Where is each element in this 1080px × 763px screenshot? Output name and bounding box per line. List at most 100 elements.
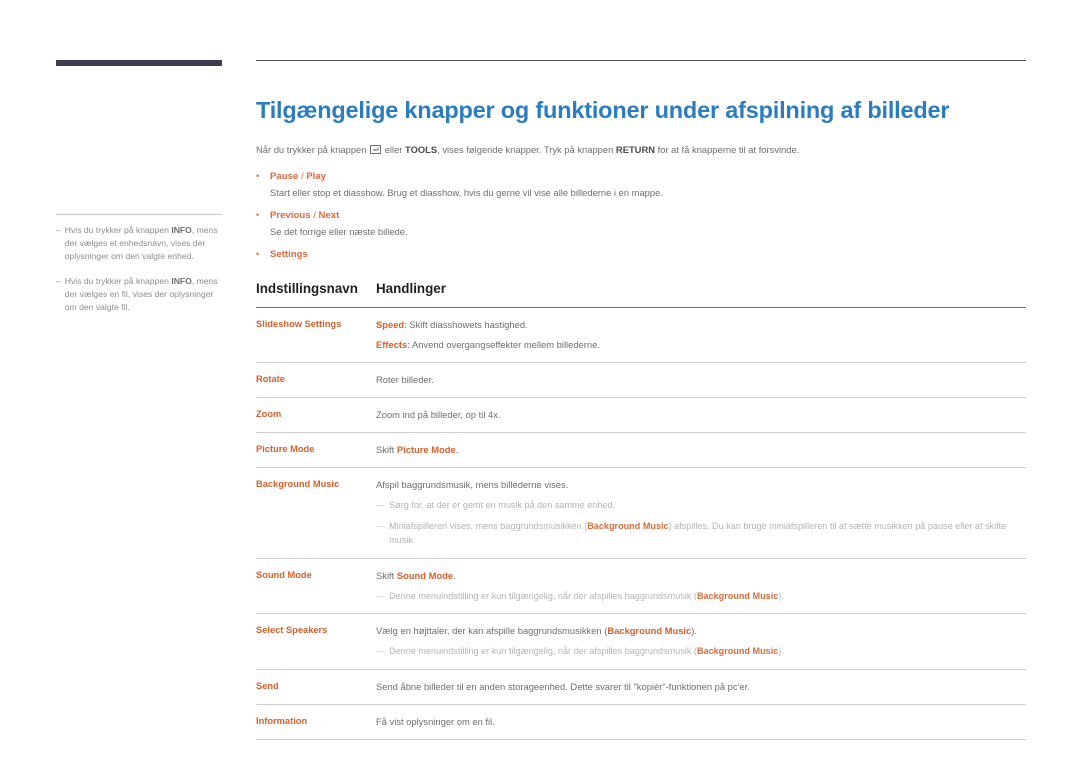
- action-text: Skift: [376, 569, 397, 581]
- column-header-actions: Handlinger: [376, 281, 446, 296]
- action-keyword: Speed: [376, 319, 405, 330]
- em-dash-marker-icon: —: [376, 646, 386, 656]
- action-description-cell: Skift Sound Mode. — Denne menuindstilling …: [376, 558, 1026, 614]
- action-description-cell: Roter billeder.: [376, 363, 1026, 398]
- action-keyword: Picture Mode: [396, 444, 456, 455]
- note-keyword: Background Music: [587, 520, 669, 531]
- action-description-cell: Skift Picture Mode.: [376, 433, 1026, 468]
- note-text-segment: ).: [778, 646, 784, 656]
- bullet-heading-secondary: Next: [318, 210, 340, 221]
- action-keyword: Sound Mode: [396, 569, 454, 581]
- action-line: Få vist oplysninger om en fil.: [376, 714, 1026, 729]
- settings-table-head: Indstillingsnavn Handlinger: [256, 281, 1026, 308]
- action-note-text: Sørg for, at der er gemt en musik på den…: [389, 498, 1026, 513]
- table-row: Background Music Afspil baggrundsmusik, m…: [256, 468, 1026, 559]
- bullet-heading: Pause / Play: [270, 169, 1026, 184]
- settings-table: Indstillingsnavn Handlinger Slideshow Se…: [256, 281, 1026, 740]
- setting-name-cell: Background Music: [256, 479, 340, 489]
- bullet-content: Settings: [270, 247, 1026, 262]
- bullet-dot-icon: •: [256, 171, 260, 181]
- bullet-item: • Settings: [256, 247, 1026, 262]
- action-note-text: Miniafspilleren vises, mens baggrundsmus…: [389, 519, 1026, 548]
- main-content: Tilgængelige knapper og funktioner under…: [256, 60, 1026, 740]
- table-row: Rotate Roter billeder.: [256, 363, 1026, 398]
- action-line: Skift Sound Mode.: [376, 568, 1026, 583]
- sidebar-note-text: Hvis du trykker på knappen INFO, mens de…: [65, 275, 224, 315]
- action-line: Effects: Anvend overgangseffekter mellem…: [376, 337, 1026, 352]
- action-note: — Denne menuindstilling er kun tilgængeli…: [376, 644, 1026, 659]
- sidebar-note-keyword: INFO: [171, 275, 192, 286]
- action-description-cell: Afspil baggrundsmusik, mens billederne v…: [376, 468, 1026, 559]
- note-text-segment: Miniafspilleren vises, mens baggrundsmus…: [389, 520, 588, 531]
- bullet-heading-separator: /: [310, 210, 319, 221]
- action-note: — Miniafspilleren vises, mens baggrundsmu…: [376, 519, 1026, 548]
- intro-paragraph: Når du trykker på knappen eller TOOLS, v…: [256, 143, 1026, 158]
- table-row: Zoom Zoom ind på billeder, op til 4x.: [256, 398, 1026, 433]
- action-keyword: Effects: [376, 339, 408, 350]
- action-line: Speed: Skift diasshowets hastighed.: [376, 317, 1026, 332]
- action-text: Vælg en højttaler, der kan afspille bagg…: [376, 625, 608, 636]
- dash-marker-icon: –: [56, 225, 61, 235]
- bullet-item: • Pause / Play Start eller stop et diassho…: [256, 169, 1026, 200]
- action-text: .: [455, 444, 459, 455]
- table-row: Information Få vist oplysninger om en fil…: [256, 704, 1026, 739]
- action-text: ).: [691, 625, 697, 636]
- table-row: Picture Mode Skift Picture Mode.: [256, 433, 1026, 468]
- action-note-text: Denne menuindstilling er kun tilgængelig…: [389, 589, 1026, 604]
- bullet-heading-secondary: Play: [306, 171, 327, 182]
- bullet-heading-primary: Previous: [270, 210, 311, 221]
- note-text-segment: Denne menuindstilling er kun tilgængelig…: [389, 590, 697, 601]
- bullet-heading-primary: Settings: [270, 249, 308, 260]
- action-text: Zoom ind på billeder, op til 4x.: [376, 409, 501, 420]
- action-description-cell: Speed: Skift diasshowets hastighed. Effec…: [376, 308, 1026, 363]
- tools-label: TOOLS: [405, 144, 438, 155]
- bullet-heading: Settings: [270, 247, 1026, 262]
- action-note: — Sørg for, at der er gemt en musik på de…: [376, 498, 1026, 513]
- action-description-cell: Send åbne billeder til en anden storagee…: [376, 669, 1026, 704]
- column-header-setting-name: Indstillingsnavn: [256, 281, 358, 296]
- action-keyword: Background Music: [607, 625, 692, 636]
- em-dash-marker-icon: —: [376, 590, 386, 601]
- em-dash-marker-icon: —: [376, 500, 386, 510]
- action-description-cell: Zoom ind på billeder, op til 4x.: [376, 398, 1026, 433]
- sidebar: – Hvis du trykker på knappen INFO, mens d…: [56, 60, 224, 325]
- intro-text-part3: , vises følgende knapper. Tryk på knappe…: [437, 144, 616, 155]
- action-text: Skift: [376, 444, 397, 455]
- sidebar-note-segment: Hvis du trykker på knappen: [64, 275, 172, 286]
- sidebar-note-segment: Hvis du trykker på knappen: [64, 225, 172, 235]
- bullet-dot-icon: •: [256, 210, 260, 220]
- sidebar-notes-list: – Hvis du trykker på knappen INFO, mens d…: [56, 224, 224, 314]
- note-keyword: Background Music: [696, 646, 779, 656]
- setting-name-cell: Sound Mode: [256, 569, 312, 580]
- note-text-segment: Denne menuindstilling er kun tilgængelig…: [389, 646, 697, 656]
- settings-table-wrapper: Indstillingsnavn Handlinger Slideshow Se…: [256, 281, 1026, 740]
- action-line: Vælg en højttaler, der kan afspille bagg…: [376, 623, 1026, 638]
- table-row: Send Send åbne billeder til en anden stor…: [256, 669, 1026, 704]
- bullet-dot-icon: •: [256, 249, 260, 259]
- intro-text-part4: for at få knapperne til at forsvinde.: [654, 144, 800, 155]
- action-text: Send åbne billeder til en anden storagee…: [376, 680, 750, 692]
- action-note: — Denne menuindstilling er kun tilgængeli…: [376, 589, 1026, 604]
- bullet-content: Previous / Next Se det forrige eller næst…: [270, 208, 1026, 239]
- note-text-segment: ).: [778, 590, 784, 601]
- enter-key-icon: [370, 144, 382, 158]
- intro-text-part1: Når du trykker på knappen: [256, 144, 370, 155]
- em-dash-marker-icon: —: [376, 520, 386, 531]
- table-header-row: Indstillingsnavn Handlinger: [256, 281, 1026, 308]
- bullet-heading: Previous / Next: [270, 208, 1026, 223]
- header-rule: [256, 60, 1026, 61]
- table-row: Select Speakers Vælg en højttaler, der ka…: [256, 614, 1026, 669]
- sidebar-note-keyword: INFO: [171, 225, 192, 235]
- note-text-segment: Sørg for, at der er gemt en musik på den…: [389, 500, 616, 510]
- setting-name-cell: Picture Mode: [256, 444, 315, 454]
- sidebar-accent-bar: [56, 60, 222, 66]
- sidebar-note-text: Hvis du trykker på knappen INFO, mens de…: [65, 224, 224, 264]
- note-keyword: Background Music: [696, 590, 779, 601]
- setting-name-cell: Information: [256, 715, 308, 726]
- dash-marker-icon: –: [56, 275, 61, 286]
- return-label: RETURN: [615, 144, 655, 155]
- page-title: Tilgængelige knapper og funktioner under…: [256, 97, 950, 123]
- setting-name-cell: Send: [256, 680, 279, 691]
- intro-text-part2: eller: [382, 144, 406, 155]
- table-row: Sound Mode Skift Sound Mode. — Denne menuin…: [256, 558, 1026, 614]
